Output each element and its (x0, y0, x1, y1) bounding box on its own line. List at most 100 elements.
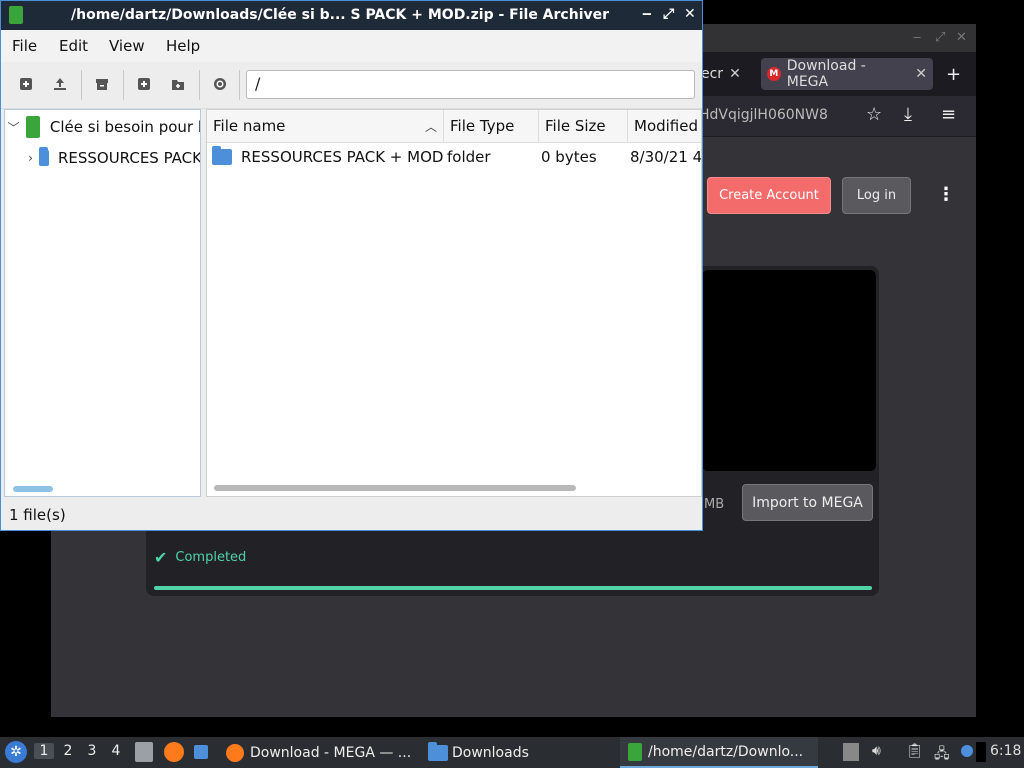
tab-label: ecr (701, 66, 724, 82)
volume-icon[interactable]: 🔊︎ (872, 743, 881, 759)
checkmark-icon: ✔ (154, 548, 168, 567)
toolbar: / (1, 62, 702, 109)
folder-icon[interactable] (194, 745, 208, 759)
chevron-right-icon[interactable]: › (25, 151, 36, 165)
horizontal-scrollbar[interactable] (13, 486, 53, 492)
close-tab-icon[interactable]: ✕ (729, 66, 741, 82)
workspace-2[interactable]: 2 (58, 743, 78, 759)
file-name: RESSOURCES PACK + MOD (241, 148, 444, 166)
taskbar: ✲ 1 2 3 4 Download - MEGA — ... Download… (0, 737, 1024, 768)
file-archiver-window: /home/dartz/Downloads/Clée si b... S PAC… (0, 0, 703, 531)
add-files-icon[interactable] (134, 74, 154, 94)
completed-label: Completed (175, 550, 247, 565)
archiver-titlebar[interactable]: /home/dartz/Downloads/Clée si b... S PAC… (1, 1, 702, 30)
tray-up-arrow-icon[interactable] (843, 743, 859, 761)
tab-label: Download - MEGA (786, 58, 866, 90)
task-downloads[interactable]: Downloads (420, 737, 616, 768)
minimize-icon[interactable]: ‒ (642, 6, 652, 22)
maximize-icon[interactable]: ⤢ (935, 30, 945, 45)
downloads-icon[interactable]: ⤓ (904, 104, 912, 125)
column-header-file-name[interactable]: File name ︿ (207, 110, 444, 142)
chevron-down-icon[interactable]: ﹀ (5, 119, 22, 136)
workspace-4[interactable]: 4 (106, 743, 126, 759)
url-bar[interactable]: HdVqigjlH060NW8 (699, 107, 828, 123)
login-button[interactable]: Log in (842, 177, 911, 214)
file-size-label: MB (704, 497, 725, 512)
menu-edit[interactable]: Edit (59, 37, 88, 55)
archive-box-icon[interactable] (92, 74, 112, 94)
window-title: /home/dartz/Downloads/Clée si b... S PAC… (71, 7, 610, 23)
tree-child-label: RESSOURCES PACK (57, 149, 201, 167)
table-row[interactable]: RESSOURCES PACK + MOD folder 0 bytes 8/3… (207, 142, 702, 172)
more-options-icon[interactable]: ⋮ (937, 184, 955, 205)
add-folder-icon[interactable] (168, 74, 188, 94)
folder-icon (428, 741, 448, 761)
column-header-file-type[interactable]: File Type (444, 110, 539, 142)
maximize-icon[interactable]: ⤢ (663, 6, 674, 22)
menu-file[interactable]: File (12, 37, 37, 55)
tab-other[interactable]: ecr ✕ (701, 58, 741, 90)
stop-icon[interactable] (210, 74, 230, 94)
folder-icon (38, 147, 49, 166)
tab-download-mega[interactable]: M Download - MEGA ✕ (761, 58, 933, 90)
completed-status: ✔ Completed (154, 548, 246, 567)
column-label: File name (213, 117, 286, 135)
modified-cell: 8/30/21 4 (630, 148, 702, 166)
file-size-cell: 0 bytes (541, 148, 597, 166)
task-label: /home/dartz/Downlo... (648, 743, 804, 760)
minimize-icon[interactable]: ‒ (913, 30, 921, 45)
extract-icon[interactable] (50, 74, 70, 94)
file-type-cell: folder (447, 148, 491, 166)
folder-icon (212, 146, 232, 165)
toolbar-separator (81, 70, 82, 100)
workspace-3[interactable]: 3 (82, 743, 102, 759)
task-firefox[interactable]: Download - MEGA — ... (220, 737, 418, 768)
status-text: 1 file(s) (9, 506, 66, 524)
update-notifier-icon[interactable] (961, 745, 973, 757)
close-tab-icon[interactable]: ✕ (915, 66, 927, 82)
tray-separator (976, 742, 986, 762)
zip-file-icon (25, 116, 40, 138)
tree-child-row[interactable]: › RESSOURCES PACK (5, 143, 201, 173)
menu-icon[interactable]: ≡ (941, 104, 956, 125)
clock[interactable]: 6:18 (990, 743, 1021, 759)
create-account-button[interactable]: Create Account (707, 177, 831, 214)
archive-app-icon (628, 742, 642, 761)
archive-app-icon (9, 6, 23, 24)
menu-help[interactable]: Help (166, 37, 200, 55)
toolbar-separator (123, 70, 124, 100)
toolbar-separator (199, 70, 200, 100)
tree-root-row[interactable]: ﹀ Clée si besoin pour l (5, 112, 201, 142)
bookmark-star-icon[interactable]: ☆ (866, 104, 882, 125)
file-manager-icon[interactable] (135, 742, 153, 762)
task-label: Download - MEGA — ... (250, 744, 412, 761)
network-icon[interactable]: 🖧 (934, 743, 950, 767)
horizontal-scrollbar[interactable] (214, 485, 576, 491)
file-name-cell: RESSOURCES PACK + MOD (211, 142, 443, 172)
download-progress-bar (154, 586, 872, 590)
sort-ascending-icon: ︿ (424, 119, 437, 134)
file-preview (702, 270, 876, 471)
firefox-icon[interactable] (164, 742, 184, 762)
tree-root-label: Clée si besoin pour l (49, 118, 201, 136)
menu-bar: File Edit View Help (1, 30, 702, 62)
task-file-archiver[interactable]: /home/dartz/Downlo... (620, 737, 818, 768)
close-icon[interactable]: ✕ (684, 6, 696, 22)
close-icon[interactable]: ✕ (956, 30, 967, 45)
clipboard-icon[interactable]: 📋︎ (906, 743, 924, 759)
new-tab-icon[interactable]: + (946, 64, 961, 85)
file-list-header: File name ︿ File Type File Size Modified (207, 110, 701, 143)
start-menu-icon[interactable]: ✲ (5, 741, 27, 763)
workspace-1[interactable]: 1 (34, 743, 54, 759)
toolbar-separator (239, 70, 240, 100)
column-header-modified[interactable]: Modified (628, 110, 701, 142)
import-to-mega-button[interactable]: Import to MEGA (742, 484, 873, 521)
column-header-file-size[interactable]: File Size (539, 110, 628, 142)
mega-logo-icon: M (767, 67, 781, 81)
new-archive-icon[interactable] (16, 74, 36, 94)
location-input[interactable]: / (246, 70, 695, 99)
task-label: Downloads (452, 744, 529, 761)
firefox-icon (226, 743, 244, 762)
status-bar: 1 file(s) (1, 500, 702, 530)
menu-view[interactable]: View (109, 37, 145, 55)
